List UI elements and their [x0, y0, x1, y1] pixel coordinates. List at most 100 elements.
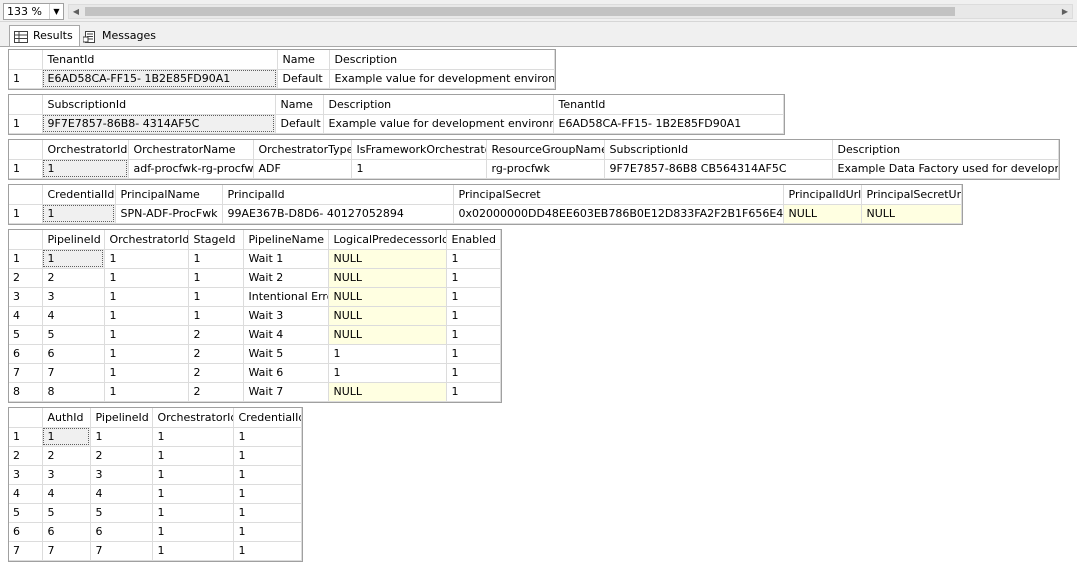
grid-cell[interactable]: 1	[188, 268, 244, 288]
grid-cell[interactable]: E6AD58CA-FF15- 1B2E85FD90A1	[42, 69, 278, 89]
table-row[interactable]: 66611	[9, 522, 302, 542]
grid-cell[interactable]: 1	[446, 325, 501, 345]
grid-cell[interactable]: 1	[446, 344, 501, 364]
grid-cell[interactable]: 1	[446, 249, 501, 269]
grid-cell[interactable]: 3	[42, 287, 105, 307]
row-number[interactable]: 1	[9, 427, 43, 447]
scroll-right-icon[interactable]: ▶	[1058, 5, 1072, 18]
grid-cell[interactable]: 1	[152, 522, 234, 542]
grid-cell[interactable]: Wait 6	[243, 363, 329, 383]
corner-cell[interactable]	[9, 230, 43, 250]
grid-cell[interactable]: 3	[90, 465, 153, 485]
grid-cell[interactable]: 1	[328, 344, 447, 364]
grid-cell[interactable]: 5	[42, 503, 91, 523]
corner-cell[interactable]	[9, 140, 43, 160]
grid-cell[interactable]: Intentional Error	[243, 287, 329, 307]
column-header[interactable]: OrchestratorType	[253, 140, 352, 160]
grid-cell[interactable]: 7	[42, 363, 105, 383]
table-row[interactable]: 4 4 1 1 Wait 3 NULL 1	[9, 306, 501, 326]
table-row[interactable]: 3311Intentional ErrorNULL1	[9, 287, 501, 307]
column-header[interactable]: OrchestratorId	[104, 230, 189, 250]
column-header[interactable]: Name	[275, 95, 324, 115]
table-row[interactable]: 77711	[9, 541, 302, 561]
table-row[interactable]: 7 7 1 2 Wait 611	[9, 363, 501, 383]
table-row[interactable]: 1 1 1 1 Wait 1 NULL 1	[9, 249, 501, 269]
grid-cell[interactable]: 1	[104, 382, 189, 402]
grid-cell[interactable]: 1	[446, 382, 501, 402]
grid-cell[interactable]: NULL	[328, 325, 447, 345]
grid-cell[interactable]: 6	[90, 522, 153, 542]
table-row[interactable]: 8 8 1 2 Wait 7 NULL 1	[9, 382, 501, 402]
grid-cell[interactable]: 1	[152, 427, 234, 447]
table-row[interactable]: 1 9F7E7857-86B8- 4314AF5C Default Example v…	[9, 114, 784, 134]
grid-cell[interactable]: NULL	[861, 204, 962, 224]
row-number[interactable]: 4	[9, 484, 43, 504]
grid-cell[interactable]: 7	[42, 541, 91, 561]
row-number[interactable]: 1	[9, 249, 43, 269]
table-row[interactable]: 1 E6AD58CA-FF15- 1B2E85FD90A1 Default Examp…	[9, 69, 555, 89]
grid-cell[interactable]: 1	[233, 484, 302, 504]
grid-cell[interactable]: 2	[188, 382, 244, 402]
grid-cell[interactable]: 1	[42, 159, 129, 179]
grid-cell[interactable]: 1	[233, 446, 302, 466]
table-row[interactable]: 1 1 SPN-ADF-ProcFwk 99AE367B-D8D6- 40127052…	[9, 204, 962, 224]
column-header[interactable]: IsFrameworkOrchestrator	[351, 140, 487, 160]
column-header[interactable]: AuthId	[42, 408, 91, 428]
grid-cell[interactable]: 1	[446, 287, 501, 307]
table-row[interactable]: 44411	[9, 484, 302, 504]
grid-cell[interactable]: 2	[90, 446, 153, 466]
column-header[interactable]: TenantId	[42, 50, 278, 70]
grid-cell[interactable]: 4	[42, 306, 105, 326]
grid-cell[interactable]: 1	[446, 363, 501, 383]
row-number[interactable]: 6	[9, 522, 43, 542]
row-number[interactable]: 3	[9, 287, 43, 307]
grid-cell[interactable]: 1	[233, 427, 302, 447]
table-row[interactable]: 33311	[9, 465, 302, 485]
result-grid-subscription[interactable]: SubscriptionId Name Description TenantId 1 9F…	[8, 94, 785, 135]
grid-cell[interactable]: 5	[90, 503, 153, 523]
column-header[interactable]: PipelineId	[90, 408, 153, 428]
column-header[interactable]: OrchestratorId	[152, 408, 234, 428]
result-grid-orchestrator[interactable]: OrchestratorId OrchestratorName Orchestrat…	[8, 139, 1060, 180]
table-row[interactable]: 11111	[9, 427, 302, 447]
grid-cell[interactable]: SPN-ADF-ProcFwk	[115, 204, 223, 224]
column-header[interactable]: ResourceGroupName	[486, 140, 605, 160]
grid-cell[interactable]: rg-procfwk	[486, 159, 605, 179]
grid-cell[interactable]: 3	[42, 465, 91, 485]
zoom-select[interactable]: 133 % ▼	[3, 3, 64, 20]
grid-cell[interactable]: 1	[446, 268, 501, 288]
corner-cell[interactable]	[9, 408, 43, 428]
grid-cell[interactable]: E6AD58CA-FF15- 1B2E85FD90A1	[553, 114, 784, 134]
grid-cell[interactable]: NULL	[328, 306, 447, 326]
row-number[interactable]: 4	[9, 306, 43, 326]
grid-cell[interactable]: 1	[152, 465, 234, 485]
column-header[interactable]: Enabled	[446, 230, 501, 250]
grid-cell[interactable]: Default	[275, 114, 324, 134]
column-header[interactable]: OrchestratorName	[128, 140, 254, 160]
grid-cell[interactable]: 1	[104, 287, 189, 307]
grid-cell[interactable]: 7	[90, 541, 153, 561]
grid-cell[interactable]: NULL	[328, 249, 447, 269]
corner-cell[interactable]	[9, 185, 43, 205]
result-grid-auth[interactable]: AuthId PipelineId OrchestratorId Credential…	[8, 407, 303, 562]
grid-cell[interactable]: 1	[152, 446, 234, 466]
grid-cell[interactable]: NULL	[328, 287, 447, 307]
grid-cell[interactable]: 1	[188, 287, 244, 307]
grid-cell[interactable]: 4	[90, 484, 153, 504]
grid-cell[interactable]: adf-procfwk-rg-procfwk	[128, 159, 254, 179]
row-number[interactable]: 8	[9, 382, 43, 402]
column-header[interactable]: Description	[329, 50, 555, 70]
grid-cell[interactable]: 1	[351, 159, 487, 179]
column-header[interactable]: PrincipalSecret	[453, 185, 784, 205]
row-number[interactable]: 1	[9, 114, 43, 134]
horizontal-scrollbar[interactable]: ◀ ▶	[68, 4, 1073, 19]
column-header[interactable]: Description	[323, 95, 554, 115]
corner-cell[interactable]	[9, 50, 43, 70]
table-row[interactable]: 22211	[9, 446, 302, 466]
grid-cell[interactable]: Wait 5	[243, 344, 329, 364]
grid-cell[interactable]: NULL	[328, 268, 447, 288]
grid-cell[interactable]: 2	[188, 325, 244, 345]
grid-cell[interactable]: Wait 1	[243, 249, 329, 269]
grid-cell[interactable]: 2	[42, 268, 105, 288]
chevron-down-icon[interactable]: ▼	[49, 4, 63, 19]
